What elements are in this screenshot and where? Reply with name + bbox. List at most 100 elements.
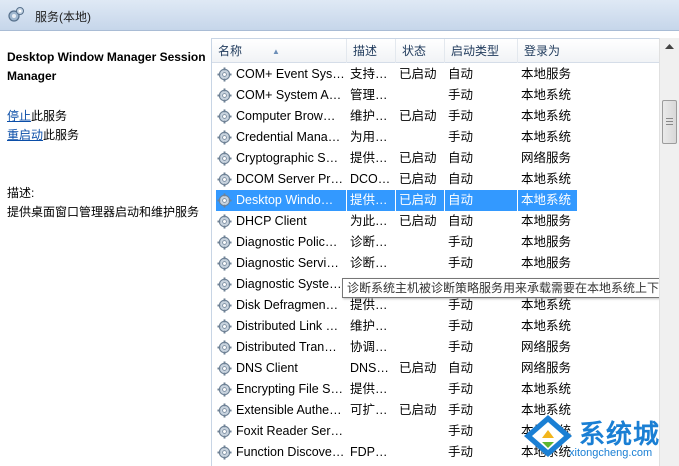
- service-description: DCO…: [350, 172, 391, 186]
- sort-ascending-icon: ▲: [272, 47, 280, 56]
- service-row[interactable]: Computer Brow… 维护… 已启动 手动 本地系统: [212, 106, 660, 127]
- service-row[interactable]: Distributed Tran… 协调… 手动 网络服务: [212, 337, 660, 358]
- service-status: 已启动: [399, 403, 437, 417]
- service-name-cell: DHCP Client: [216, 211, 346, 232]
- title-bar: 服务(本地): [0, 0, 679, 31]
- service-name-cell: COM+ System A…: [216, 85, 346, 106]
- service-name-cell: DNS Client: [216, 358, 346, 379]
- column-header-log-on-as[interactable]: 登录为: [518, 39, 660, 63]
- service-description: DNS…: [350, 361, 389, 375]
- service-name: COM+ Event Sys…: [236, 67, 345, 81]
- selected-service-name: Desktop Window Manager Session Manager: [7, 50, 206, 83]
- service-startup-type: 手动: [448, 403, 474, 417]
- restart-service-action: 重启动此服务: [7, 127, 79, 143]
- service-status: [396, 379, 444, 400]
- service-row[interactable]: Disk Defragmen… 提供… 手动 本地系统: [212, 295, 660, 316]
- window-title: 服务(本地): [35, 10, 91, 24]
- service-detail-panel: Desktop Window Manager Session Manager 停…: [0, 31, 210, 466]
- service-status: [396, 85, 444, 106]
- service-log-on-as: 网络服务: [521, 151, 572, 165]
- service-name-cell: Desktop Windo…: [216, 190, 346, 211]
- service-status: [396, 442, 444, 463]
- service-name: Distributed Link …: [236, 319, 339, 333]
- column-header-status[interactable]: 状态: [396, 39, 445, 63]
- service-log-on-as: 网络服务: [521, 340, 572, 354]
- service-row[interactable]: Diagnostic Servi… 诊断… 手动 本地服务: [212, 253, 660, 274]
- service-startup-type: 手动: [448, 424, 474, 438]
- service-startup-type: 自动: [448, 361, 474, 375]
- service-description: 支持…: [350, 67, 388, 81]
- column-header-startup-type[interactable]: 启动类型: [445, 39, 518, 63]
- gear-icon: [217, 382, 232, 397]
- service-row[interactable]: COM+ Event Sys… 支持… 已启动 自动 本地服务: [212, 64, 660, 85]
- scrollbar-thumb[interactable]: [662, 100, 677, 144]
- service-name-cell: Distributed Link …: [216, 316, 346, 337]
- gear-icon: [217, 298, 232, 313]
- service-description: FDP…: [350, 445, 388, 459]
- watermark-logo-icon: [524, 415, 572, 457]
- service-name-cell: Function Discove…: [216, 442, 346, 463]
- service-row[interactable]: Desktop Windo… 提供… 已启动 自动 本地系统: [212, 190, 660, 211]
- service-startup-type: 手动: [448, 235, 474, 249]
- service-log-on-as: 网络服务: [521, 361, 572, 375]
- restart-service-suffix: 此服务: [43, 128, 80, 142]
- service-log-on-as: 本地系统: [518, 190, 577, 211]
- service-description: 管理…: [350, 88, 388, 102]
- service-description: 维护…: [350, 319, 388, 333]
- service-status: 已启动: [399, 172, 437, 186]
- service-log-on-as: 本地系统: [521, 88, 572, 102]
- service-name: Cryptographic S…: [236, 151, 339, 165]
- service-name: DCOM Server Pr…: [236, 172, 343, 186]
- description-text: 提供桌面窗口管理器启动和维护服务: [7, 205, 200, 219]
- service-name: COM+ System A…: [236, 88, 342, 102]
- service-row[interactable]: Credential Mana… 为用… 手动 本地系统: [212, 127, 660, 148]
- service-description: 为用…: [350, 130, 388, 144]
- service-log-on-as: 本地服务: [521, 256, 572, 270]
- gear-icon: [217, 424, 232, 439]
- list-header: 名称 ▲ 描述 状态 启动类型 登录为: [212, 39, 660, 63]
- column-header-name[interactable]: 名称 ▲: [212, 39, 347, 63]
- restart-service-link[interactable]: 重启动: [7, 128, 43, 142]
- gear-icon: [217, 151, 232, 166]
- stop-service-suffix: 此服务: [31, 109, 68, 123]
- gear-icon: [217, 193, 232, 208]
- service-name-cell: Cryptographic S…: [216, 148, 346, 169]
- service-row[interactable]: DNS Client DNS… 已启动 自动 网络服务: [212, 358, 660, 379]
- service-description: 诊断…: [350, 256, 388, 270]
- service-row[interactable]: DCOM Server Pr… DCO… 已启动 自动 本地系统: [212, 169, 660, 190]
- service-name: DHCP Client: [236, 214, 307, 228]
- gear-icon: [217, 403, 232, 418]
- gear-icon: [217, 235, 232, 250]
- service-description: 提供…: [350, 298, 388, 312]
- service-description: 提供…: [350, 151, 388, 165]
- service-status: [396, 232, 444, 253]
- service-row[interactable]: Distributed Link … 维护… 手动 本地系统: [212, 316, 660, 337]
- service-row[interactable]: Cryptographic S… 提供… 已启动 自动 网络服务: [212, 148, 660, 169]
- stop-service-link[interactable]: 停止: [7, 109, 31, 123]
- service-row[interactable]: DHCP Client 为此… 已启动 自动 本地服务: [212, 211, 660, 232]
- column-header-description[interactable]: 描述: [347, 39, 396, 63]
- service-name-cell: Diagnostic Syste…: [216, 274, 346, 295]
- service-startup-type: 自动: [448, 172, 474, 186]
- service-log-on-as: 本地系统: [521, 172, 572, 186]
- watermark: 系统城 xitongcheng.com: [519, 410, 679, 466]
- gear-icon: [217, 319, 232, 334]
- service-description: 为此…: [350, 214, 388, 228]
- service-status: 已启动: [399, 109, 437, 123]
- gear-icon: [217, 88, 232, 103]
- service-row[interactable]: COM+ System A… 管理… 手动 本地系统: [212, 85, 660, 106]
- vertical-scrollbar[interactable]: [659, 38, 679, 466]
- service-name-cell: Extensible Authe…: [216, 400, 346, 421]
- service-name: Diagnostic Servi…: [236, 256, 339, 270]
- service-startup-type: 手动: [448, 298, 474, 312]
- service-status: [396, 421, 444, 442]
- gear-icon: [217, 277, 232, 292]
- service-status: 已启动: [399, 151, 437, 165]
- service-log-on-as: 本地系统: [521, 109, 572, 123]
- service-row[interactable]: Encrypting File S… 提供… 手动 本地系统: [212, 379, 660, 400]
- gear-icon: [217, 214, 232, 229]
- service-startup-type: 自动: [448, 214, 474, 228]
- service-row[interactable]: Diagnostic Polic… 诊断… 手动 本地服务: [212, 232, 660, 253]
- scroll-up-icon[interactable]: [660, 38, 679, 55]
- service-startup-type: 自动: [448, 67, 474, 81]
